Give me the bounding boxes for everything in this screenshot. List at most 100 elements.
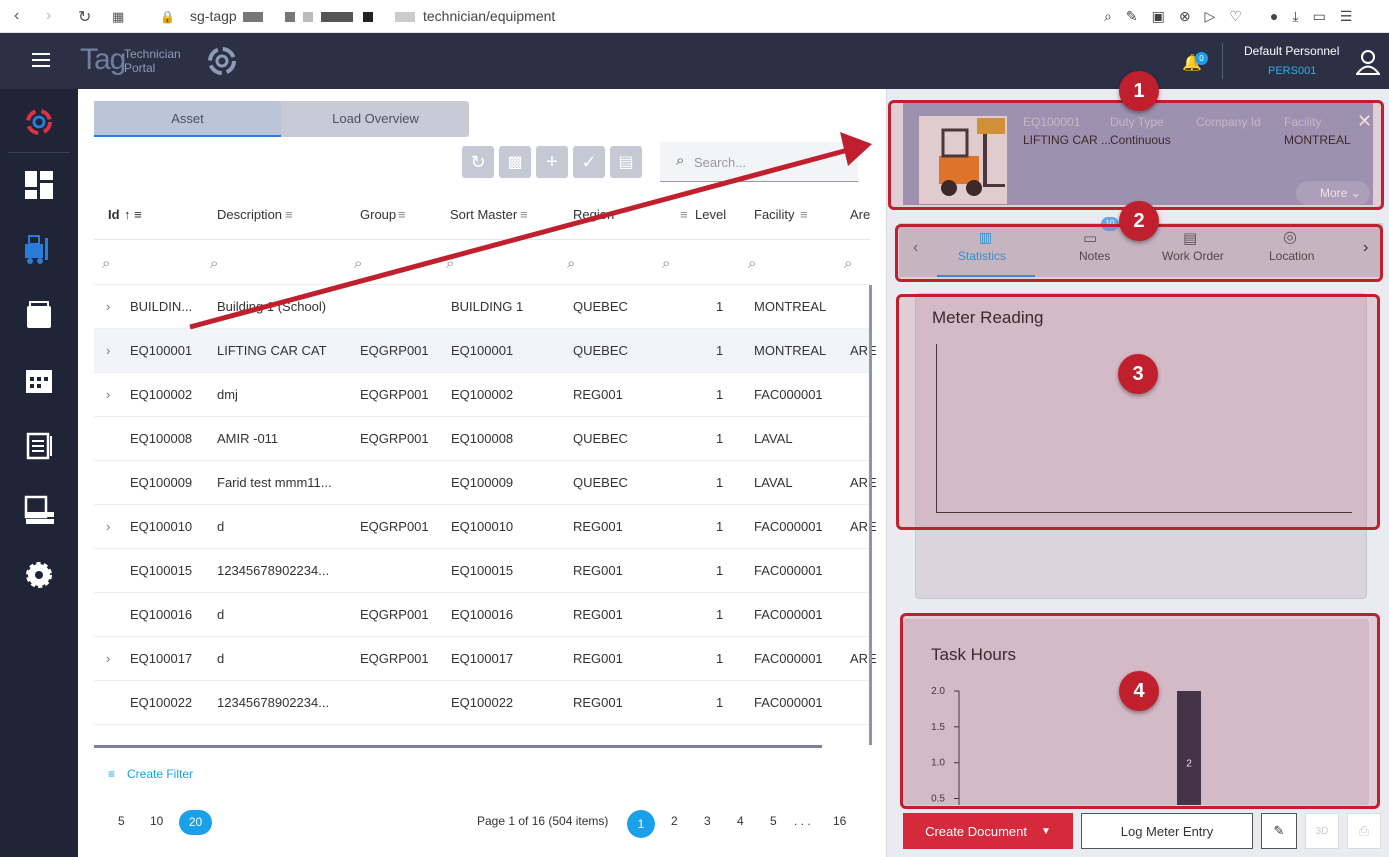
page-button-active[interactable]: 1 bbox=[627, 810, 655, 838]
table-row[interactable]: › EQ100017 d EQGRP001 EQ100017 REG001 1 FAC0000… bbox=[94, 636, 877, 680]
table-row[interactable]: › EQ100010 d EQGRP001 EQ100010 REG001 1 FAC0000… bbox=[94, 504, 877, 548]
url-prefix[interactable]: sg-tagp bbox=[190, 8, 237, 24]
filter-icon[interactable]: ≡ bbox=[520, 207, 528, 222]
edit-button[interactable]: ✎ bbox=[1261, 813, 1297, 849]
annotation-box-1 bbox=[888, 100, 1384, 210]
col-sort-master-header[interactable]: Sort Master bbox=[450, 207, 517, 222]
user-name: Default Personnel bbox=[1244, 44, 1340, 58]
table-row[interactable]: EQ100022 12345678902234... EQ100022 REG001 1… bbox=[94, 680, 870, 724]
download-icon[interactable]: ⤓ bbox=[1292, 8, 1298, 25]
3d-button[interactable]: 3D bbox=[1305, 813, 1339, 849]
forward-icon[interactable]: › bbox=[46, 7, 51, 25]
reports-icon[interactable] bbox=[20, 491, 58, 529]
cell-level: 1 bbox=[716, 563, 724, 578]
search-input[interactable]: Search... bbox=[694, 155, 746, 170]
search-icon[interactable]: ⌕ bbox=[748, 255, 756, 272]
menu-icon[interactable]: ☰ bbox=[1340, 8, 1353, 25]
chevron-right-icon[interactable]: › bbox=[106, 343, 110, 358]
dashboard-icon[interactable] bbox=[20, 166, 58, 204]
search-icon[interactable]: ⌕ bbox=[354, 255, 362, 272]
page-size-option[interactable]: 5 bbox=[118, 814, 125, 828]
cell-id: EQ100009 bbox=[130, 475, 193, 490]
col-description-header[interactable]: Description bbox=[217, 207, 282, 222]
tab-asset[interactable]: Asset bbox=[94, 101, 281, 137]
checklist-icon[interactable] bbox=[20, 426, 58, 464]
tab-load-overview[interactable]: Load Overview bbox=[282, 101, 469, 137]
cell-id: EQ100022 bbox=[130, 695, 193, 710]
table-row[interactable]: EQ100008 AMIR -011 EQGRP001 EQ100008 QUEBEC 1… bbox=[94, 416, 870, 460]
zoom-icon[interactable]: ⌕ bbox=[1104, 8, 1112, 25]
search-icon[interactable]: ⌕ bbox=[446, 255, 454, 272]
check-button[interactable]: ✓ bbox=[573, 146, 605, 178]
log-meter-entry-button[interactable]: Log Meter Entry bbox=[1081, 813, 1253, 849]
cell-region: REG001 bbox=[573, 563, 623, 578]
create-filter-link[interactable]: Create Filter bbox=[127, 767, 193, 781]
print-icon[interactable]: ⎙ bbox=[1347, 813, 1381, 849]
page-button[interactable]: 3 bbox=[704, 814, 711, 828]
create-document-button[interactable]: Create Document ▼ bbox=[903, 813, 1073, 849]
chevron-right-icon[interactable]: › bbox=[106, 519, 110, 534]
page-size-option-active[interactable]: 20 bbox=[179, 810, 212, 835]
col-group-header[interactable]: Group bbox=[360, 207, 396, 222]
table-row[interactable]: EQ100016 d EQGRP001 EQ100016 REG001 1 FAC00000… bbox=[94, 592, 870, 636]
heart-icon[interactable]: ♡ bbox=[1229, 8, 1242, 25]
cell-id: EQ100015 bbox=[130, 563, 193, 578]
block-icon[interactable]: ⊗ bbox=[1179, 8, 1191, 25]
refresh-button[interactable]: ↻ bbox=[462, 146, 494, 178]
brand-menu-icon[interactable] bbox=[20, 103, 58, 141]
profile-icon[interactable]: ● bbox=[1270, 8, 1278, 25]
page-button[interactable]: 4 bbox=[737, 814, 744, 828]
chevron-right-icon[interactable]: › bbox=[106, 299, 110, 314]
export-button[interactable]: ▤ bbox=[610, 146, 642, 178]
page-button[interactable]: 2 bbox=[671, 814, 678, 828]
cell-region: REG001 bbox=[573, 607, 623, 622]
page-button[interactable]: 5 bbox=[770, 814, 777, 828]
table-row[interactable]: › BUILDIN... Building 1 (School) BUILDING 1… bbox=[94, 284, 870, 328]
edit-icon[interactable]: ✎ bbox=[1126, 8, 1138, 25]
filter-icon[interactable]: ≡ bbox=[285, 207, 293, 222]
page-size-option[interactable]: 10 bbox=[150, 814, 163, 828]
cell-facility: FAC000001 bbox=[754, 651, 823, 666]
search-icon[interactable]: ⌕ bbox=[844, 255, 852, 272]
col-level-header[interactable]: Level bbox=[695, 207, 726, 222]
redacted-block bbox=[303, 12, 313, 22]
table-row[interactable]: EQ100009 Farid test mmm11... EQ100009 QUEBE… bbox=[94, 460, 877, 504]
annotation-badge-4: 4 bbox=[1119, 671, 1159, 711]
table-row[interactable]: EQ100015 12345678902234... EQ100015 REG001 1… bbox=[94, 548, 870, 592]
col-region-header[interactable]: Region bbox=[573, 207, 614, 222]
col-area-header[interactable]: Are bbox=[850, 207, 870, 222]
search-icon[interactable]: ⌕ bbox=[102, 255, 110, 272]
horizontal-scrollbar[interactable] bbox=[94, 745, 822, 748]
search-field[interactable]: ⌕ Search... bbox=[660, 142, 858, 182]
page-button[interactable]: 16 bbox=[833, 814, 846, 828]
add-button[interactable]: + bbox=[536, 146, 568, 178]
search-icon[interactable]: ⌕ bbox=[567, 255, 575, 272]
vertical-scrollbar[interactable] bbox=[869, 285, 872, 745]
filter-icon[interactable]: ≡ bbox=[680, 207, 688, 222]
send-icon[interactable]: ▷ bbox=[1205, 8, 1216, 25]
url-path[interactable]: technician/equipment bbox=[423, 8, 555, 24]
chevron-right-icon[interactable]: › bbox=[106, 387, 110, 402]
user-icon[interactable] bbox=[1356, 49, 1380, 75]
search-icon[interactable]: ⌕ bbox=[210, 255, 218, 272]
chevron-right-icon[interactable]: › bbox=[106, 651, 110, 666]
qr-button[interactable]: ▩ bbox=[499, 146, 531, 178]
filter-icon[interactable]: ≡ bbox=[800, 207, 808, 222]
back-icon[interactable]: ‹ bbox=[14, 7, 19, 25]
documents-icon[interactable] bbox=[20, 296, 58, 334]
col-facility-header[interactable]: Facility bbox=[754, 207, 794, 222]
search-icon[interactable]: ⌕ bbox=[662, 255, 670, 272]
equipment-icon[interactable] bbox=[20, 231, 58, 269]
col-id-header[interactable]: Id bbox=[108, 207, 120, 222]
cell-sort-master: EQ100022 bbox=[451, 695, 514, 710]
hamburger-icon[interactable] bbox=[32, 53, 50, 67]
table-row[interactable]: › EQ100001 LIFTING CAR CAT EQGRP001 EQ100001… bbox=[94, 328, 877, 372]
camera-icon[interactable]: ▣ bbox=[1152, 8, 1165, 25]
settings-icon[interactable] bbox=[20, 556, 58, 594]
table-row[interactable]: › EQ100002 dmj EQGRP001 EQ100002 REG001 1 FAC00… bbox=[94, 372, 870, 416]
filter-icon[interactable]: ≡ bbox=[398, 207, 406, 222]
reload-icon[interactable]: ↻ bbox=[78, 7, 91, 27]
sort-asc-icon[interactable]: ↑ ≡ bbox=[124, 207, 142, 222]
tabs-grid-icon[interactable]: ▦ bbox=[112, 9, 124, 25]
calendar-icon[interactable] bbox=[20, 361, 58, 399]
